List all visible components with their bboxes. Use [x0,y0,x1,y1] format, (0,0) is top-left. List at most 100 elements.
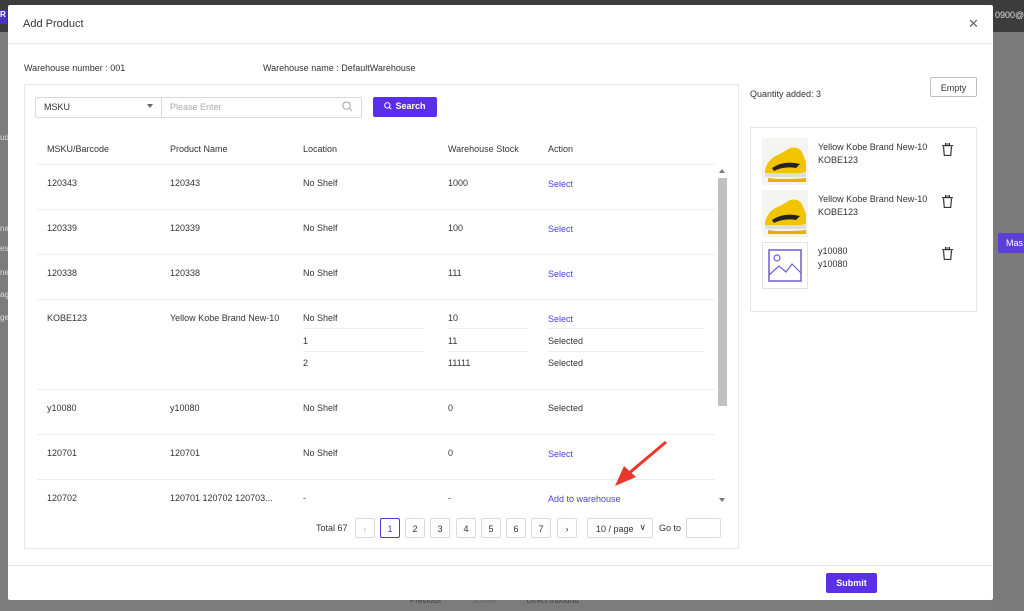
background-side-button: Mas [998,233,1024,253]
divider [37,434,715,435]
row-msku: 120338 [47,268,78,278]
row-product-name: 120338 [170,268,201,278]
page-button[interactable]: 5 [481,518,501,538]
image-placeholder-icon [762,242,808,289]
trash-icon[interactable] [942,247,953,260]
sub-row-stock: 11111 [448,358,471,368]
row-stock: 100 [448,223,464,233]
row-stock: 0 [448,448,454,458]
search-field-value: MSKU [44,102,71,112]
background-right-strip [993,32,1024,611]
row-location: No Shelf [303,178,338,188]
search-button-label: Search [395,101,426,111]
empty-button[interactable]: Empty [930,77,977,97]
product-image [762,190,808,237]
sub-row-stock: 11 [448,336,458,346]
select-link[interactable]: Select [548,224,573,234]
add-product-modal: Add Product ✕ Warehouse number : 001 War… [8,5,993,600]
warehouse-name-label: Warehouse name : [263,63,339,73]
search-icon [384,102,393,110]
warehouse-number: Warehouse number : 001 [24,63,125,73]
divider [37,164,715,165]
divider [548,328,703,329]
row-product-name: 120343 [170,178,201,188]
divider [303,328,423,329]
divider [37,389,715,390]
column-header-warehouse-stock: Warehouse Stock [448,144,519,154]
search-placeholder: Please Enter [170,102,222,112]
row-location: No Shelf [303,223,338,233]
select-link[interactable]: Select [548,449,573,459]
pagination-total: Total 67 [316,523,348,533]
trash-icon[interactable] [942,143,953,156]
search-field-select[interactable]: MSKU [35,97,162,118]
selected-status: Selected [548,403,584,413]
scrollbar-thumb[interactable] [718,178,727,406]
divider [548,351,703,352]
page-button[interactable]: 1 [380,518,400,538]
row-stock: - [448,493,451,503]
cart-item-sku: KOBE123 [818,155,859,165]
warehouse-number-label: Warehouse number : [24,63,108,73]
row-msku: 120343 [47,178,78,188]
divider [37,254,715,255]
scroll-up-icon[interactable] [719,169,725,173]
select-link[interactable]: Select [548,269,573,279]
page-button[interactable]: 6 [506,518,526,538]
row-stock: 0 [448,403,454,413]
modal-title: Add Product [23,18,84,30]
divider [37,299,715,300]
page-button[interactable]: 3 [430,518,450,538]
row-location: No Shelf [303,268,338,278]
warehouse-name: Warehouse name : DefaultWarehouse [263,63,415,73]
divider [303,351,423,352]
chevron-right-icon[interactable]: › [557,518,577,538]
row-product-name: 120701 120702 120703... [170,493,273,503]
close-icon[interactable]: ✕ [968,16,979,32]
quantity-added: Quantity added: 3 [750,89,822,99]
chevron-left-icon[interactable]: ‹ [355,518,375,538]
row-location: No Shelf [303,403,338,413]
row-stock: 111 [448,268,462,278]
column-header-product-name: Product Name [170,144,228,154]
search-button[interactable]: Search [373,97,437,117]
row-msku: 120702 [47,493,78,503]
chevron-down-icon [147,104,153,108]
goto-page-input[interactable] [686,518,721,538]
cart-item-name: Yellow Kobe Brand New-10 [818,194,928,204]
page-button[interactable]: 2 [405,518,425,538]
background-logo: R [0,10,7,24]
row-product-name: 120701 [170,448,201,458]
row-msku: 120701 [47,448,78,458]
table-scrollbar[interactable] [717,168,727,508]
row-msku: y10080 [47,403,77,413]
select-link[interactable]: Select [548,314,573,324]
modal-header: Add Product ✕ [8,5,993,44]
row-product-name: y10080 [170,403,200,413]
row-msku: KOBE123 [47,313,88,323]
row-location: No Shelf [303,313,338,323]
search-icon [342,101,353,112]
select-link[interactable]: Select [548,179,573,189]
warehouse-name-value: DefaultWarehouse [341,63,416,73]
page-size-select[interactable]: 10 / page ∨ [587,518,653,538]
row-product-name: 120339 [170,223,201,233]
row-stock: 10 [448,313,459,323]
row-location: No Shelf [303,448,338,458]
cart-item-sku: KOBE123 [818,207,859,217]
selected-products-panel: Yellow Kobe Brand New-10 KOBE123 Yellow … [750,127,977,312]
selected-status: Selected [548,336,584,346]
trash-icon[interactable] [942,195,953,208]
page-button[interactable]: 4 [456,518,476,538]
column-header-msku: MSKU/Barcode [47,144,110,154]
sub-row-location: 2 [303,358,309,368]
divider [448,351,528,352]
submit-button[interactable]: Submit [826,573,877,593]
column-header-action: Action [548,144,574,154]
add-to-warehouse-link[interactable]: Add to warehouse [548,494,621,504]
cart-item-name: y10080 [818,246,848,256]
scroll-down-icon[interactable] [719,498,725,502]
search-input[interactable]: Please Enter [161,97,362,118]
page-button[interactable]: 7 [531,518,551,538]
product-image [762,138,808,185]
